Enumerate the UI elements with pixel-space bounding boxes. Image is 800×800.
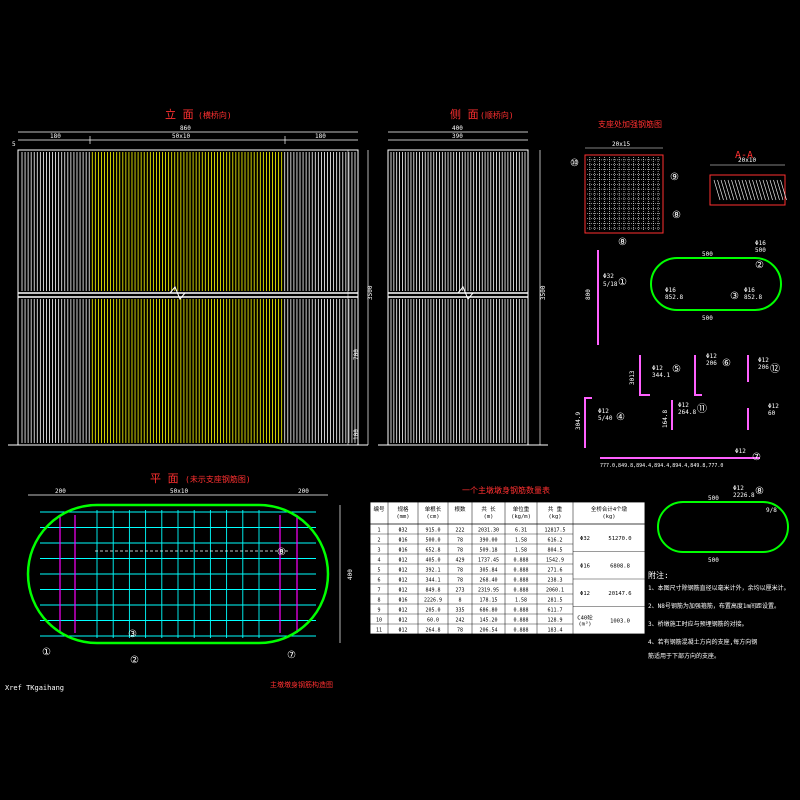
elev-height-bottom: 100 [353,429,360,440]
elev-dim-edge: 5 [12,141,16,148]
note-4: 4、若有钢筋混凝土方向的支座,每方向钢 [648,638,757,646]
bar-1-spec: Φ32 [603,273,614,280]
bar-12-value: 206 [758,364,769,371]
bar-10-value: 60 [768,410,776,417]
callout-1-plan: ① [42,647,51,658]
callout-8-ring: ⑧ [755,486,764,497]
elev-dim-mid: 50x10 [172,133,190,140]
ring-spec-a: Φ16 [755,240,766,247]
bar-5-spec: Φ12 [652,365,663,372]
ring-spec-d1: Φ16 [744,287,755,294]
callout-8-cap-bottom: ⑧ [618,237,627,248]
bar-12-spec: Φ12 [758,357,769,364]
ring2-dim-side: 9/8 [766,507,777,514]
ring2-dim-top: 500 [708,495,719,502]
note-5: 筋适用于下部方向的支座。 [648,652,720,660]
side-height-total: 3500 [540,285,547,300]
plan-dim-left: 200 [55,488,66,495]
side-dim-seg: 390 [452,133,463,140]
plan-dim-mid: 50x10 [170,488,188,495]
side-dim-total: 400 [452,125,463,132]
callout-7: ⑦ [752,452,761,463]
bar-1-length: 800 [585,289,592,300]
callout-9: ⑨ [670,172,679,183]
bar-11-spec: Φ12 [678,402,689,409]
ring-dim-top: 500 [702,251,713,258]
note-3: 3、桥墩施工时应与预埋钢筋的对接。 [648,620,748,628]
xref-label: Xref TKgaihang [5,684,64,692]
callout-2: ② [755,260,764,271]
callout-3: ③ [730,291,739,302]
bottom-caption: 主墩墩身钢筋构造图 [270,680,333,689]
callout-5: ⑤ [672,364,681,375]
plan-dim-right: 200 [298,488,309,495]
note-2: 2、N8号钢筋为加强箍筋，布置高度1m间距设置。 [648,602,780,610]
bar-9-value: 2226.8 [733,492,755,499]
plan-dim-h: 400 [347,569,354,580]
plan-title-note: (未示支座钢筋图) [185,474,251,484]
table-title: 一个主墩墩身钢筋数量表 [462,485,550,495]
ring-spec-c2: 852.8 [665,294,683,301]
callout-3-plan: ③ [128,629,137,640]
callout-2-plan: ② [130,655,139,666]
elevation-title: 立 面 [165,107,194,121]
bar-4-value: 5/40 [598,415,613,422]
ring-spec-d2: 852.8 [744,294,762,301]
elev-height-mid: 700 [353,349,360,360]
bar-6-spec: Φ12 [706,353,717,360]
callout-7-plan: ⑦ [287,650,296,661]
bar-9-spec: Φ12 [733,485,744,492]
notes-title: 附注: [648,570,669,580]
callout-8-plan: ⑧ [277,547,286,558]
bar-4-spec: Φ12 [598,408,609,415]
text-layer: 立 面 (横桥向) 侧 面 (顺桥向) 支座处加强钢筋图 平 面 (未示支座钢筋… [5,107,790,692]
ring2-dim-bottom: 500 [708,557,719,564]
elev-dim-total: 860 [180,125,191,132]
elevation-title-note: (横桥向) [198,110,232,120]
ring-spec-b: 500 [755,247,766,254]
side-title: 侧 面 [450,108,479,121]
cad-drawing-canvas: 编号 规格 (mm) 单根长 (cm) 根数共 长 (m) 单位重 (kg/m) 共 重 (kg) 全… [0,0,800,800]
ring-spec-c1: Φ16 [665,287,676,294]
bar-4-height: 304.9 [575,412,582,430]
bar-5-height: 3013 [629,370,636,385]
bar-7-row: 777.0,849.8,894.4,894.4,894.4,849.8,777.… [600,463,723,469]
callout-11: ⑪ [697,403,707,415]
callout-1: ① [618,277,627,288]
bar-11-height: 164.8 [662,410,669,428]
bar-7-spec: Φ12 [735,448,746,455]
ring-dim-bottom: 500 [702,315,713,322]
aa-dim-w: 20x10 [738,157,756,164]
callout-8-cap: ⑧ [672,210,681,221]
bar-11-value: 264.8 [678,409,696,416]
bar-6-value: 206 [706,360,717,367]
bar-10-spec: Φ12 [768,403,779,410]
callout-12: ⑫ [770,363,780,375]
callout-4: ④ [616,412,625,423]
callout-6: ⑥ [722,358,731,369]
elev-dim-left: 180 [50,133,61,140]
pier-cap-title: 支座处加强钢筋图 [598,119,662,129]
bar-5-value: 344.1 [652,372,670,379]
elev-dim-right: 180 [315,133,326,140]
cap-dim-w: 20x15 [612,141,630,148]
callout-10: ⑩ [570,158,579,169]
plan-title: 平 面 [150,472,179,485]
note-1: 1、本图尺寸除钢筋直径以毫米计外，余均以厘米计。 [648,584,790,592]
elev-height-total: 3500 [367,285,374,300]
side-title-note: (顺桥向) [480,110,514,120]
bar-1-value: 5/18 [603,281,618,288]
